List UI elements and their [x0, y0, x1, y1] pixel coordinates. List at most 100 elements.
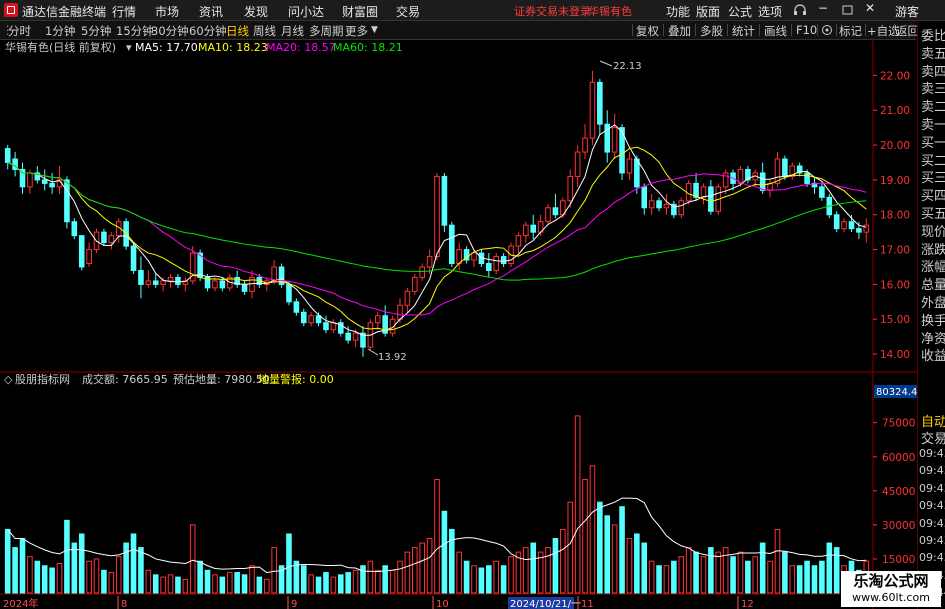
svg-text:45000: 45000	[882, 486, 915, 498]
volume-bar	[41, 565, 48, 594]
menu-item-market[interactable]: 市场	[155, 3, 179, 20]
period-monthly[interactable]: 月线	[281, 23, 304, 39]
guest-label[interactable]: 游客	[895, 3, 919, 20]
quote-label: 卖二	[921, 100, 945, 116]
volume-toggle-icon[interactable]: ◇	[4, 373, 13, 386]
menu-item-news[interactable]: 资讯	[199, 3, 223, 20]
period-5min[interactable]: 5分钟	[81, 23, 111, 39]
volume-bar	[708, 547, 714, 594]
menu-layout[interactable]: 版面	[696, 3, 720, 20]
volume-bar	[293, 560, 300, 594]
period-daily[interactable]: 日线	[226, 23, 249, 39]
volume-tick: 75000	[873, 418, 915, 430]
period-1min[interactable]: 1分钟	[45, 23, 75, 39]
tool-overlay[interactable]: 叠加	[668, 23, 691, 39]
candle	[130, 242, 137, 274]
tool-multi-stock[interactable]: 多股	[700, 23, 723, 39]
quote-label: 卖四	[921, 64, 945, 80]
candle	[456, 242, 462, 271]
volume-bar	[486, 565, 492, 594]
volume-bar	[619, 506, 625, 594]
volume-bar	[397, 560, 403, 594]
candle	[863, 218, 870, 243]
tool-draw-line[interactable]: 画线	[764, 23, 787, 39]
tool-f10[interactable]: F10	[796, 23, 817, 37]
quote-label: 委比	[921, 29, 945, 44]
candle	[41, 169, 48, 191]
menu-item-discover[interactable]: 发现	[244, 3, 268, 20]
menu-item-community[interactable]: 财富圈	[342, 3, 378, 20]
period-15min[interactable]: 15分钟	[116, 23, 154, 39]
volume-bar	[27, 556, 33, 594]
candle	[848, 214, 855, 233]
quote-label: 涨跌	[921, 242, 945, 258]
volume-bar	[574, 415, 581, 594]
period-multi[interactable]: 多周期	[309, 23, 344, 39]
volume-bar	[12, 547, 18, 594]
close-icon[interactable]: ✕	[865, 1, 875, 15]
tool-back[interactable]: 返回	[896, 23, 919, 39]
minimize-icon[interactable]: −	[818, 1, 828, 15]
candle	[574, 145, 581, 187]
volume-bar	[478, 567, 485, 594]
volume-bar	[441, 510, 448, 594]
candle	[500, 253, 507, 267]
volume-bar	[752, 556, 759, 594]
candle	[486, 253, 492, 278]
menu-formula[interactable]: 公式	[728, 3, 752, 20]
volume-bar	[426, 538, 433, 594]
volume-bar	[152, 574, 159, 594]
period-timeshare[interactable]: 分时	[8, 23, 31, 39]
app-logo-icon	[4, 3, 18, 17]
volume-bar	[167, 574, 174, 594]
candle	[552, 193, 559, 219]
candle	[811, 176, 818, 194]
volume-bar	[656, 565, 662, 594]
tool-statistics[interactable]: 统计	[732, 23, 755, 39]
quote-label: 卖三	[921, 82, 945, 98]
candle	[648, 193, 655, 215]
trade-label[interactable]: 交易	[921, 428, 945, 447]
candle	[434, 172, 440, 261]
volume-bar	[767, 560, 773, 594]
menu-item-assistant[interactable]: 问小达	[288, 3, 324, 20]
volume-bar	[93, 558, 100, 594]
svg-text:15000: 15000	[882, 554, 915, 566]
volume-bar	[64, 519, 70, 594]
menu-item-quotes[interactable]: 行情	[112, 3, 136, 20]
more-dropdown-icon[interactable]: ▼	[371, 25, 378, 35]
menu-function[interactable]: 功能	[666, 3, 690, 20]
menu-options[interactable]: 选项	[758, 3, 782, 20]
period-weekly[interactable]: 周线	[253, 23, 276, 39]
period-30min[interactable]: 30分钟	[151, 23, 189, 39]
candle	[330, 319, 337, 334]
headset-icon[interactable]	[793, 4, 807, 16]
tool-adjust[interactable]: 复权	[636, 23, 659, 39]
period-more[interactable]: 更多	[345, 23, 368, 39]
candle	[656, 197, 662, 212]
volume-bar	[374, 569, 381, 594]
volume-bar	[34, 560, 41, 594]
volume-bar	[108, 572, 115, 594]
quote-label: 买四	[921, 189, 945, 205]
price-tick: 19.00	[873, 175, 910, 187]
svg-text:20.00: 20.00	[880, 140, 910, 152]
restore-icon[interactable]	[842, 5, 853, 15]
volume-bars	[4, 415, 870, 594]
volume-bar	[138, 547, 144, 594]
candle	[323, 315, 329, 334]
tool-mark[interactable]: 标记	[839, 23, 862, 39]
login-notice[interactable]: 证券交易未登录	[514, 3, 591, 19]
target-icon[interactable]	[821, 24, 833, 36]
menu-item-trade[interactable]: 交易	[396, 3, 420, 20]
volume-bar	[330, 576, 337, 594]
kline-chart-area[interactable]: 华锡有色(日线 前复权) ▾ MA5: 17.70 MA10: 18.23 MA…	[0, 40, 917, 609]
volume-bar	[641, 542, 648, 594]
candle	[212, 277, 218, 292]
trade-time: 09:43	[919, 534, 945, 547]
candle	[700, 183, 707, 205]
chart-title: 华锡有色(日线 前复权)	[5, 40, 116, 54]
ma-toggle-icon[interactable]: ▾	[126, 41, 132, 54]
candle	[86, 242, 92, 267]
period-60min[interactable]: 60分钟	[189, 23, 227, 39]
